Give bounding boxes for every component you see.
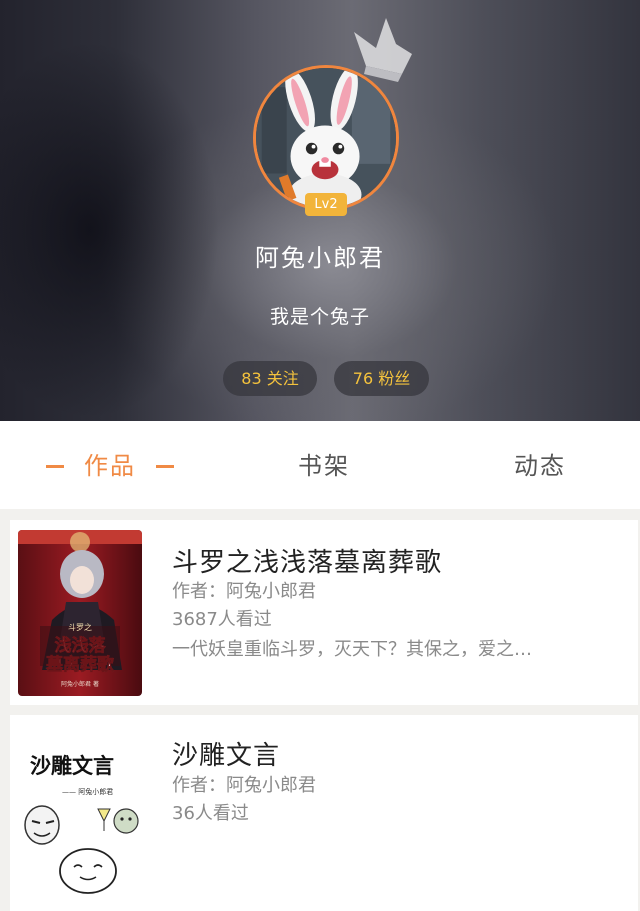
tab-indicator-left — [46, 464, 64, 468]
book-views: 3687人看过 — [172, 609, 272, 630]
book-cover[interactable]: 斗罗之 浅浅落 墓离葬歌 阿兔小郎君 著 — [18, 530, 142, 696]
tab-works-label: 作品 — [84, 452, 136, 480]
cover-author: 阿兔小郎君 著 — [61, 680, 99, 688]
book-title[interactable]: 沙雕文言 — [172, 735, 280, 772]
header-shadow — [0, 40, 220, 420]
cover-subtitle: 斗罗之 — [68, 622, 92, 632]
tab-works[interactable]: 作品 — [46, 449, 174, 483]
cover-title: 沙雕文言 — [30, 754, 114, 778]
tab-activity[interactable]: 动态 — [514, 449, 566, 483]
profile-tabs: 作品 书架 动态 — [0, 421, 640, 509]
book-cover-art: 斗罗之 浅浅落 墓离葬歌 阿兔小郎君 著 — [18, 530, 142, 696]
book-card[interactable]: 沙雕文言 —— 阿兔小郎君 沙雕文言 作者：阿兔小郎君 36人看过 — [10, 715, 638, 911]
level-badge: Lv2 — [305, 193, 347, 216]
profile-header: Lv2 阿兔小郎君 我是个兔子 83 关注 76 粉丝 — [0, 0, 640, 421]
book-description: 一代妖皇重临斗罗，灭天下？其保之，爱之… — [172, 639, 532, 660]
avatar[interactable] — [253, 65, 399, 211]
book-views: 36人看过 — [172, 803, 249, 824]
book-cover[interactable]: 沙雕文言 —— 阿兔小郎君 — [18, 729, 142, 895]
svg-text:浅浅落: 浅浅落 — [55, 635, 107, 656]
following-count-button[interactable]: 83 关注 — [223, 361, 317, 396]
book-author: 作者：阿兔小郎君 — [172, 775, 316, 796]
book-author: 作者：阿兔小郎君 — [172, 581, 316, 602]
tab-bookshelf[interactable]: 书架 — [298, 449, 350, 483]
book-cover-art: 沙雕文言 —— 阿兔小郎君 — [18, 729, 142, 895]
user-bio: 我是个兔子 — [269, 306, 370, 328]
fans-count-button[interactable]: 76 粉丝 — [334, 361, 429, 396]
svg-text:墓离葬歌: 墓离葬歌 — [45, 654, 115, 675]
cover-author: —— 阿兔小郎君 — [62, 787, 113, 796]
tab-indicator-right — [156, 464, 174, 468]
username: 阿兔小郎君 — [255, 244, 385, 272]
book-card[interactable]: 斗罗之 浅浅落 墓离葬歌 阿兔小郎君 著 斗罗之浅浅落墓离葬歌 作者：阿兔小郎君… — [10, 520, 638, 705]
rabbit-avatar — [256, 68, 396, 208]
book-title[interactable]: 斗罗之浅浅落墓离葬歌 — [172, 542, 442, 579]
